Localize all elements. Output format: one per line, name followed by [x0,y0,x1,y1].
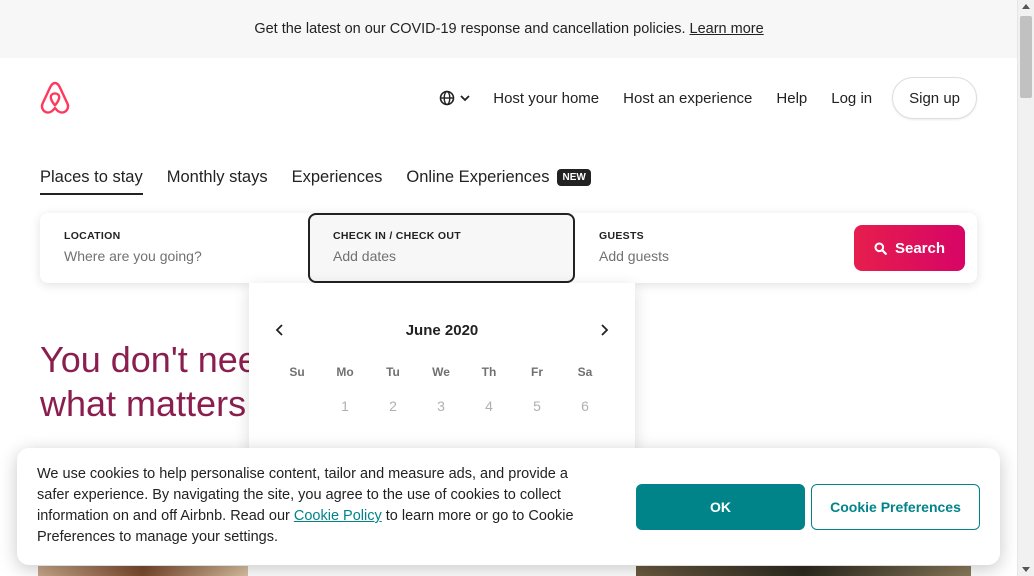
hero-line-1: You don't nee [40,339,258,380]
search-button[interactable]: Search [854,225,965,271]
scroll-up-icon[interactable] [1022,4,1030,9]
signup-button[interactable]: Sign up [892,77,977,119]
cookie-message: We use cookies to help personalise conte… [37,464,597,548]
tab-monthly-stays[interactable]: Monthly stays [167,168,268,193]
covid-banner-text: Get the latest on our COVID-19 response … [254,21,686,37]
search-icon [874,242,887,255]
dates-input[interactable]: Add dates [333,248,550,264]
guests-field[interactable]: GUESTS Add guests [575,213,825,283]
weekday: Mo [336,365,354,379]
tab-online-experiences-label: Online Experiences [406,168,550,186]
weekday: Su [289,365,305,379]
globe-icon [439,90,455,106]
tab-online-experiences[interactable]: Online Experiences NEW [406,168,591,193]
calendar-day[interactable]: 2 [369,398,417,414]
location-input[interactable]: Where are you going? [64,248,284,264]
location-field[interactable]: LOCATION Where are you going? [40,213,308,283]
language-selector[interactable] [439,90,471,106]
nav-host-home[interactable]: Host your home [493,90,599,107]
calendar-month: June 2020 [405,322,479,339]
cookie-preferences-button[interactable]: Cookie Preferences [811,484,980,530]
learn-more-link[interactable]: Learn more [690,21,764,37]
calendar-day [273,398,321,414]
guests-label: GUESTS [599,230,644,242]
nav-help[interactable]: Help [776,90,807,107]
calendar-days-row: 1 2 3 4 5 6 [273,398,609,414]
airbnb-logo-icon[interactable] [39,80,71,116]
scroll-down-icon[interactable] [1022,567,1030,572]
dates-field[interactable]: CHECK IN / CHECK OUT Add dates [308,213,575,283]
weekday: Fr [531,365,543,379]
weekday: Th [481,365,497,379]
calendar-weekdays: Su Mo Tu We Th Fr Sa [273,365,609,379]
search-button-label: Search [894,239,946,257]
page-scrollbar[interactable] [1017,0,1034,576]
header-nav: Host your home Host an experience Help L… [439,77,977,119]
hero-image-right [636,566,971,576]
weekday: Tu [386,365,400,379]
hero-image-left [38,566,248,576]
chevron-right-icon[interactable] [597,323,611,337]
location-label: LOCATION [64,230,121,242]
cookie-ok-button[interactable]: OK [636,484,805,530]
calendar-day[interactable]: 4 [465,398,513,414]
covid-banner: Get the latest on our COVID-19 response … [0,0,1018,58]
search-tabs: Places to stay Monthly stays Experiences… [40,168,615,195]
chevron-down-icon [460,95,470,102]
hero-line-2: what matters [40,383,247,424]
nav-login[interactable]: Log in [831,90,872,107]
calendar-day[interactable]: 6 [561,398,609,414]
date-picker-calendar: June 2020 Su Mo Tu We Th Fr Sa 1 2 3 4 5… [249,283,635,453]
weekday: Sa [577,365,593,379]
calendar-day[interactable]: 1 [321,398,369,414]
new-badge: NEW [557,169,591,186]
scrollbar-thumb[interactable] [1020,16,1032,98]
cookie-banner: We use cookies to help personalise conte… [17,448,1000,565]
nav-host-experience[interactable]: Host an experience [623,90,752,107]
dates-label: CHECK IN / CHECK OUT [333,230,461,242]
search-bar: LOCATION Where are you going? CHECK IN /… [40,213,977,283]
cookie-policy-link[interactable]: Cookie Policy [294,508,382,524]
tab-places-to-stay[interactable]: Places to stay [40,168,143,195]
calendar-day[interactable]: 5 [513,398,561,414]
calendar-day[interactable]: 3 [417,398,465,414]
hero-headline: You don't nee what matters [40,338,260,426]
guests-input[interactable]: Add guests [599,248,801,264]
tab-experiences[interactable]: Experiences [292,168,383,193]
weekday: We [432,365,450,379]
